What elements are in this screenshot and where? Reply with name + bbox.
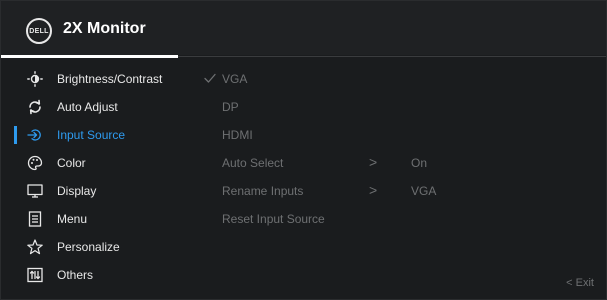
monitor-title: 2X Monitor	[63, 20, 146, 37]
auto-adjust-icon	[26, 98, 44, 116]
menu-item-menu[interactable]: Menu	[1, 205, 196, 233]
header-divider	[178, 56, 606, 57]
menu-item-personalize[interactable]: Personalize	[1, 233, 196, 261]
menu-item-others[interactable]: Others	[1, 261, 196, 289]
menu-item-label: Personalize	[57, 240, 120, 254]
menu-item-label: Auto Adjust	[57, 100, 118, 114]
menu-item-label: Color	[57, 156, 86, 170]
menu-item-auto-adjust[interactable]: Auto Adjust	[1, 93, 196, 121]
menu-item-label: Menu	[57, 212, 88, 226]
dell-logo: DELL	[26, 18, 52, 44]
active-indicator	[14, 126, 17, 144]
option-value: VGA	[411, 184, 437, 198]
brightness-icon	[26, 70, 44, 88]
chevron-right-icon: >	[369, 182, 378, 198]
menu-item-label: Input Source	[57, 128, 126, 142]
display-icon	[26, 182, 44, 200]
star-icon	[26, 238, 44, 256]
option-value: On	[411, 156, 428, 170]
option-label: Auto Select	[222, 156, 284, 170]
header-divider-active	[1, 55, 178, 58]
option-label: Reset Input Source	[222, 212, 325, 226]
chevron-right-icon: >	[369, 154, 378, 170]
option-label: VGA	[222, 72, 248, 86]
menu-item-display[interactable]: Display	[1, 177, 196, 205]
others-icon	[26, 266, 44, 284]
menu-item-input-source[interactable]: Input Source	[1, 121, 196, 149]
menu-item-label: Display	[57, 184, 97, 198]
option-dp[interactable]: DP	[199, 93, 599, 121]
check-icon	[203, 71, 217, 85]
option-label: Rename Inputs	[222, 184, 304, 198]
input-source-panel: VGA DP HDMI Auto Select > On Rename Inpu…	[199, 65, 599, 233]
option-reset-input-source[interactable]: Reset Input Source	[199, 205, 599, 233]
option-vga[interactable]: VGA	[199, 65, 599, 93]
option-label: HDMI	[222, 128, 253, 142]
exit-button[interactable]: < Exit	[566, 277, 594, 289]
main-menu: Brightness/Contrast Auto Adjust Input So…	[1, 65, 196, 289]
option-hdmi[interactable]: HDMI	[199, 121, 599, 149]
menu-icon	[26, 210, 44, 228]
menu-item-color[interactable]: Color	[1, 149, 196, 177]
option-rename-inputs[interactable]: Rename Inputs > VGA	[199, 177, 599, 205]
option-label: DP	[222, 100, 239, 114]
menu-item-label: Others	[57, 268, 94, 282]
header: DELL 2X Monitor	[1, 1, 606, 55]
input-source-icon	[26, 126, 44, 144]
palette-icon	[26, 154, 44, 172]
menu-item-brightness-contrast[interactable]: Brightness/Contrast	[1, 65, 196, 93]
osd-window: DELL 2X Monitor Brightness/Contrast Auto…	[0, 0, 607, 300]
menu-item-label: Brightness/Contrast	[57, 72, 163, 86]
option-auto-select[interactable]: Auto Select > On	[199, 149, 599, 177]
